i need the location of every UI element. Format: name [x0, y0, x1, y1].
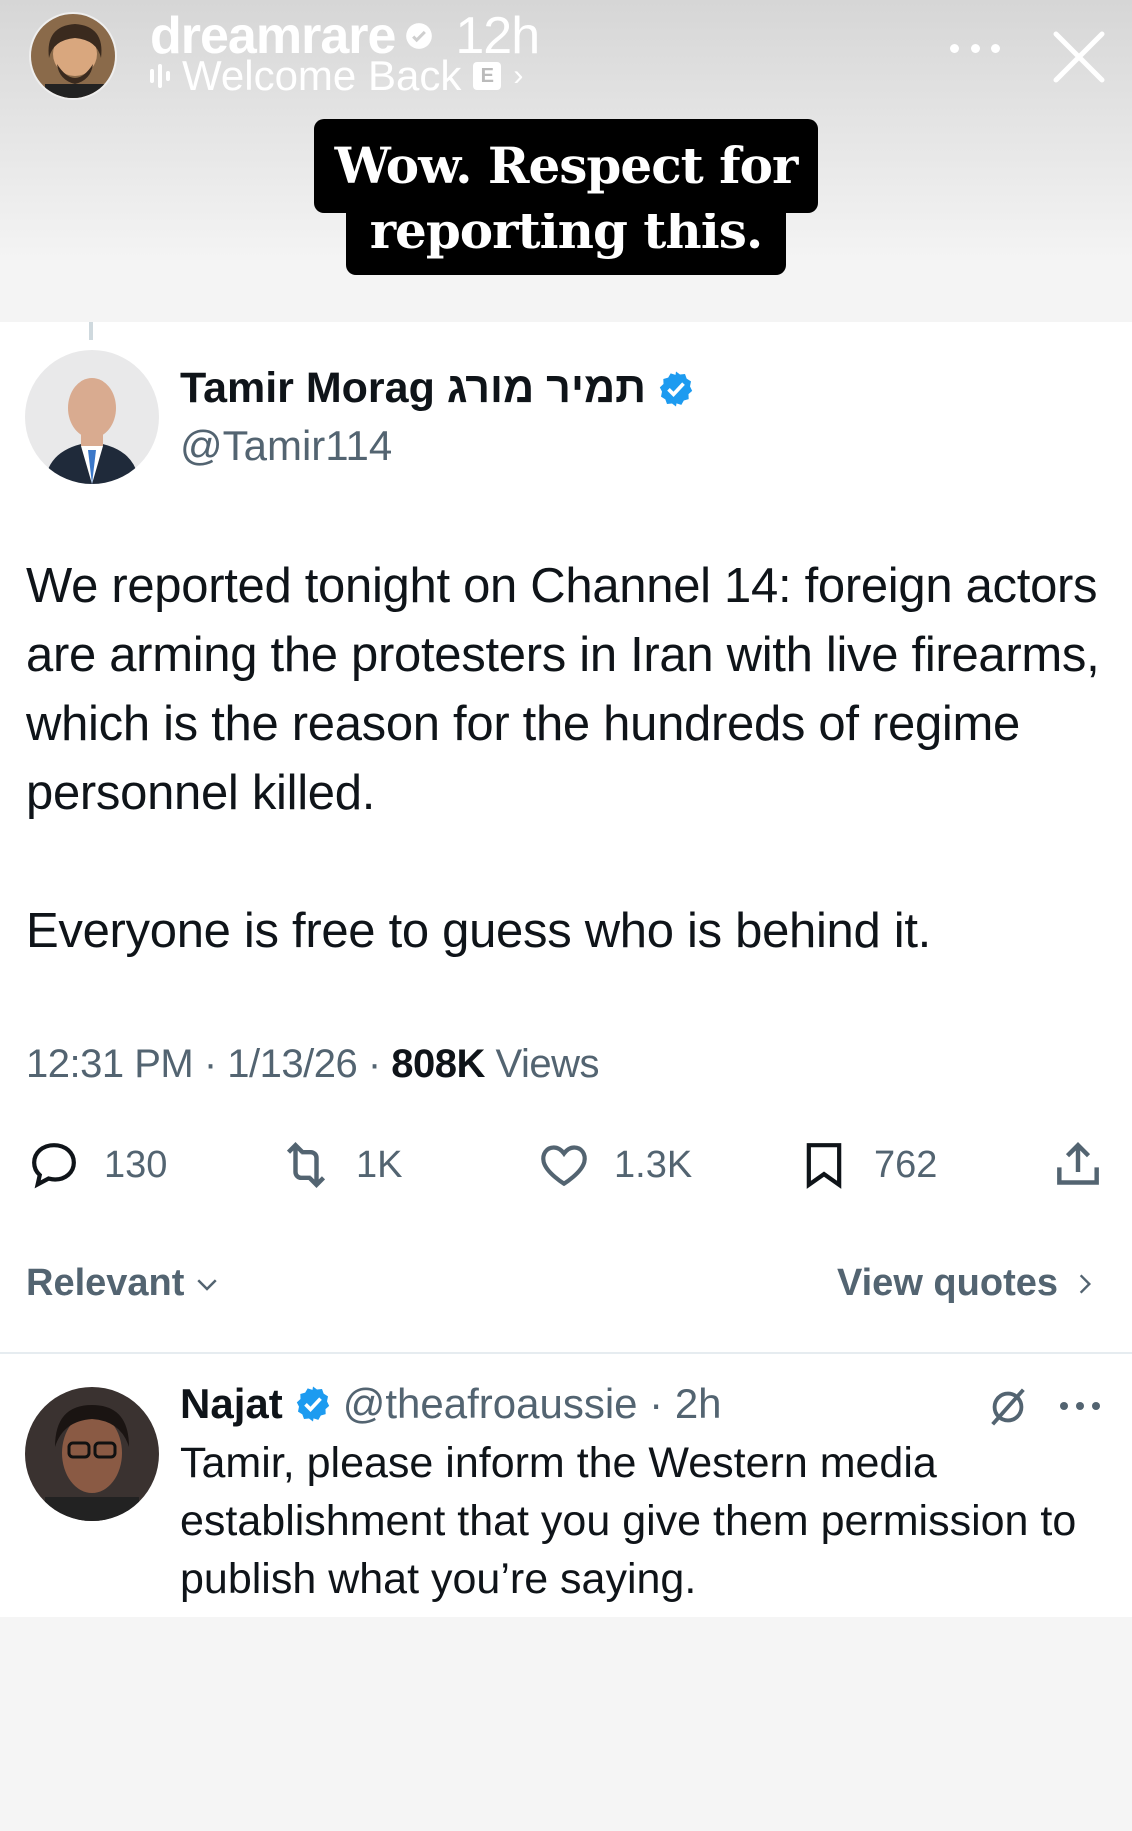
reply-container: Najat @theafroaussie · 2h Tamir, please …: [0, 322, 1132, 1722]
close-icon[interactable]: [1050, 28, 1108, 86]
caption-line-1: Wow. Respect for: [314, 119, 818, 213]
grok-icon[interactable]: [985, 1384, 1031, 1430]
reply-text: Tamir, please inform the Western media e…: [180, 1439, 1077, 1603]
explicit-badge: E: [473, 62, 502, 90]
reply-author-name[interactable]: Najat: [180, 1380, 283, 1428]
reply-handle[interactable]: @theafroaussie · 2h: [343, 1380, 722, 1428]
story-music[interactable]: Welcome Back E ›: [150, 52, 523, 100]
story-avatar[interactable]: [29, 12, 117, 100]
verified-icon: [406, 23, 433, 49]
verified-icon: [296, 1386, 329, 1422]
music-title: Welcome Back: [182, 52, 462, 99]
chevron-right-icon: ›: [513, 59, 524, 92]
reply-header[interactable]: Najat @theafroaussie · 2h: [180, 1380, 722, 1428]
story-more-icon[interactable]: [950, 40, 1000, 56]
reply-avatar[interactable]: [25, 1387, 159, 1521]
music-bars-icon: [150, 64, 170, 88]
reply-more-icon[interactable]: [1060, 1402, 1100, 1412]
